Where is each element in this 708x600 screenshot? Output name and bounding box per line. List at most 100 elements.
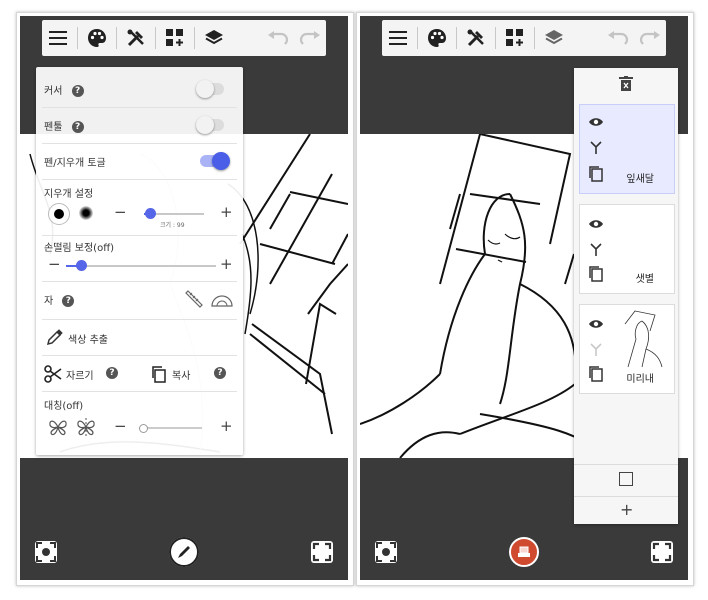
cursor-toggle[interactable] — [196, 80, 224, 98]
left-phone-screen: 커서 ? 펜툴 ? 펜/지우개 토글 지우개 설정 − 크기: 99 + 손떨… — [20, 16, 348, 580]
layer-item[interactable]: 샛별 — [579, 204, 675, 294]
eraser-settings-label: 지우개 설정 — [44, 189, 94, 200]
pen-icon — [169, 537, 199, 567]
layer-name: 샛별 — [635, 274, 654, 285]
scissors-icon[interactable] — [44, 365, 62, 383]
eraser-icon — [509, 537, 539, 567]
pen-tool-row: 펜툴 ? — [36, 113, 243, 137]
fullscreen-icon[interactable] — [310, 540, 334, 564]
layer-item[interactable]: 잎새달 — [579, 104, 675, 194]
duplicate-layer-icon[interactable] — [588, 365, 604, 383]
reference-capture-icon[interactable] — [374, 540, 398, 564]
eraser-tool-button[interactable] — [509, 537, 539, 567]
pen-tool-button[interactable] — [169, 537, 199, 567]
soft-eraser-option[interactable] — [76, 203, 96, 223]
copy-icon[interactable] — [150, 365, 168, 383]
symmetry-plus[interactable]: + — [220, 419, 233, 434]
duplicate-layer-icon[interactable] — [588, 265, 604, 283]
toolbar-divider — [77, 27, 78, 49]
symmetry-minus[interactable]: − — [114, 419, 127, 434]
cursor-row: 커서 ? — [36, 77, 243, 101]
add-grid-icon[interactable] — [159, 22, 191, 54]
toolbar-divider — [417, 27, 418, 49]
eraser-size-slider-knob[interactable] — [145, 208, 156, 219]
visibility-eye-icon[interactable] — [588, 117, 604, 127]
symmetry-row: 대칭(off) − + — [36, 395, 243, 451]
merge-layer-icon[interactable] — [590, 141, 602, 155]
symmetry-label: 대칭(off) — [44, 401, 84, 412]
cut-label[interactable]: 자르기 — [66, 367, 94, 382]
layer-thumbnail — [624, 310, 663, 368]
palette-icon[interactable] — [81, 22, 113, 54]
eraser-size-text: 크기 : 99 — [160, 222, 185, 229]
toolbar-divider — [155, 27, 156, 49]
merge-layer-icon[interactable] — [590, 243, 602, 257]
toolbar-divider — [495, 27, 496, 49]
pen-tool-label: 펜툴 — [44, 122, 63, 133]
color-picker-label: 색상 추출 — [68, 335, 108, 346]
pen-eraser-toggle-row: 펜/지우개 토글 — [36, 149, 243, 173]
cut-copy-row: 자르기 ? 복사 ? — [36, 359, 243, 387]
fullscreen-icon[interactable] — [650, 540, 674, 564]
eraser-size-minus[interactable]: − — [114, 205, 127, 220]
reference-capture-icon[interactable] — [34, 540, 58, 564]
add-layer-button[interactable]: + — [620, 500, 633, 519]
delete-layer-icon[interactable] — [619, 76, 633, 92]
visibility-eye-icon[interactable] — [588, 319, 604, 329]
undo-icon[interactable] — [602, 22, 634, 54]
stabilizer-row: 손떨림 보정(off) − + — [36, 237, 243, 277]
help-icon[interactable]: ? — [106, 367, 118, 379]
undo-icon[interactable] — [262, 22, 294, 54]
eraser-size-slider[interactable] — [144, 208, 204, 219]
pen-tool-toggle[interactable] — [196, 116, 224, 134]
toolbar-divider — [116, 27, 117, 49]
toolbar-divider — [456, 27, 457, 49]
right-phone-screen: 잎새달 샛별 미리내 + — [360, 16, 688, 580]
eyedropper-icon — [46, 329, 63, 346]
help-icon[interactable]: ? — [214, 367, 226, 379]
stabilizer-slider[interactable] — [66, 260, 216, 271]
stabilizer-slider-knob[interactable] — [76, 260, 87, 271]
redo-icon[interactable] — [294, 22, 326, 54]
pen-eraser-toggle-label: 펜/지우개 토글 — [44, 158, 106, 169]
protractor-ruler-icon[interactable] — [210, 289, 234, 309]
duplicate-layer-icon[interactable] — [588, 165, 604, 183]
ruler-row: 자 ? — [36, 285, 243, 313]
main-toolbar — [42, 20, 326, 56]
symmetry-vertical-icon[interactable] — [48, 417, 68, 437]
add-grid-icon[interactable] — [499, 22, 531, 54]
symmetry-radial-icon[interactable] — [76, 417, 96, 437]
copy-label[interactable]: 복사 — [172, 367, 190, 382]
layer-item[interactable]: 미리내 — [579, 304, 675, 394]
toolbar-divider — [534, 27, 535, 49]
stabilizer-label: 손떨림 보정(off) — [44, 243, 114, 254]
stabilizer-minus[interactable]: − — [48, 257, 61, 272]
color-picker-row[interactable]: 색상 추출 — [36, 323, 243, 351]
merge-layer-icon[interactable] — [590, 343, 602, 357]
pen-eraser-toggle[interactable] — [200, 152, 230, 170]
symmetry-slider[interactable] — [139, 424, 202, 433]
eraser-settings-row: 지우개 설정 − 크기 : 99 + — [36, 183, 243, 233]
eraser-size-plus[interactable]: + — [220, 205, 233, 220]
hard-eraser-option[interactable] — [48, 203, 70, 225]
layers-panel: 잎새달 샛별 미리내 + — [574, 68, 678, 524]
redo-icon[interactable] — [634, 22, 666, 54]
menu-icon[interactable] — [382, 22, 414, 54]
tools-icon[interactable] — [460, 22, 492, 54]
palette-icon[interactable] — [421, 22, 453, 54]
stabilizer-plus[interactable]: + — [220, 257, 233, 272]
straight-ruler-icon[interactable] — [184, 289, 204, 309]
layers-icon[interactable] — [538, 22, 570, 54]
brush-settings-panel: 커서 ? 펜툴 ? 펜/지우개 토글 지우개 설정 − 크기: 99 + 손떨… — [36, 67, 243, 455]
background-layer-icon[interactable] — [619, 472, 633, 486]
layers-icon[interactable] — [198, 22, 230, 54]
tools-icon[interactable] — [120, 22, 152, 54]
help-icon[interactable]: ? — [71, 85, 84, 97]
layer-name: 미리내 — [626, 374, 654, 385]
symmetry-slider-knob[interactable] — [139, 424, 148, 433]
layer-name: 잎새달 — [626, 174, 654, 185]
menu-icon[interactable] — [42, 22, 74, 54]
help-icon[interactable]: ? — [71, 121, 84, 133]
help-icon[interactable]: ? — [62, 295, 75, 307]
visibility-eye-icon[interactable] — [588, 219, 604, 229]
